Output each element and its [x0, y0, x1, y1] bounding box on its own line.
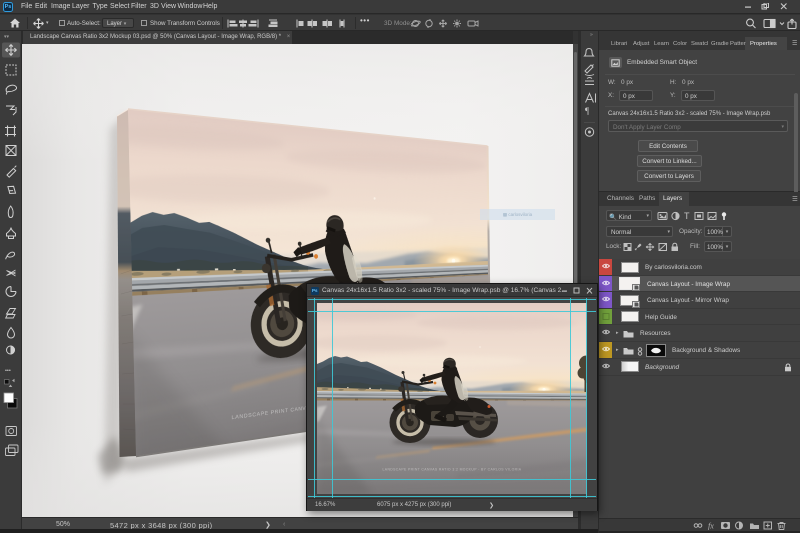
- svg-text:fx: fx: [708, 522, 714, 531]
- svg-text:»: »: [590, 32, 593, 38]
- svg-text:¶: ¶: [585, 106, 589, 116]
- svg-text:•••: •••: [5, 368, 11, 374]
- svg-text:▾▾: ▾▾: [4, 34, 10, 40]
- svg-text:T: T: [684, 211, 690, 221]
- svg-text:LANDSCAPE PRINT CANVAS RATIO 3: LANDSCAPE PRINT CANVAS RATIO 3:2 MOCKUP …: [383, 468, 522, 472]
